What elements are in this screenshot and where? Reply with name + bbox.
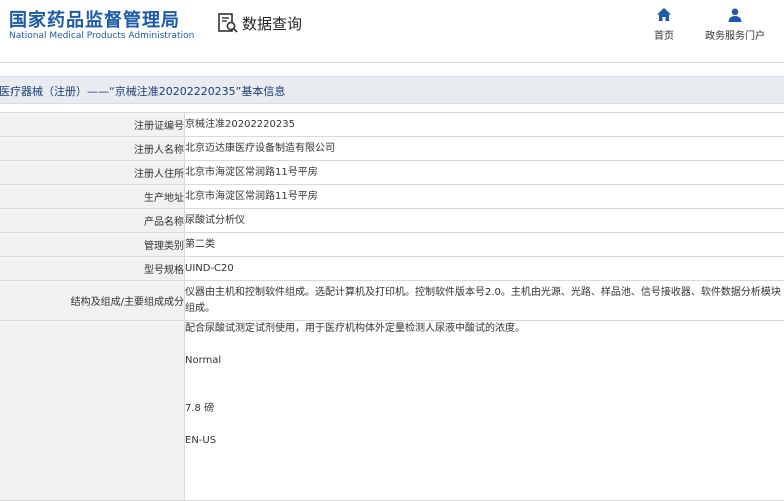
site-logo-subtitle[interactable]: National Medical Products Administration xyxy=(9,31,194,41)
detail-table: 注册证编号 京械注准20202220235 注册人名称 北京迈达康医疗设备制造有… xyxy=(0,112,784,501)
table-row: 管理类别 第二类 xyxy=(0,233,784,257)
nav-home-label: 首页 xyxy=(654,31,674,42)
breadcrumb-text: 医疗器械（注册）——“京械注准20202220235”基本信息 xyxy=(0,83,285,99)
row-value: UIND-C20 xyxy=(185,257,784,281)
home-icon xyxy=(656,7,672,23)
table-row: 注册人名称 北京迈达康医疗设备制造有限公司 xyxy=(0,137,784,161)
description-language: EN-US xyxy=(185,433,784,449)
nav-service-portal-label: 政务服务门户 xyxy=(705,31,765,42)
site-header: 国家药品监督管理局 National Medical Products Admi… xyxy=(0,0,784,60)
row-label: 注册人名称 xyxy=(0,137,185,161)
row-value: 北京市海淀区常润路11号平房 xyxy=(185,161,784,185)
row-label: 产品名称 xyxy=(0,209,185,233)
table-row: 注册人住所 北京市海淀区常润路11号平房 xyxy=(0,161,784,185)
data-query-link[interactable]: 数据查询 xyxy=(217,11,302,35)
row-value: 第二类 xyxy=(185,233,784,257)
row-value: 北京迈达康医疗设备制造有限公司 xyxy=(185,137,784,161)
row-label-empty xyxy=(0,321,185,501)
table-row: 配合尿酸试测定试剂使用，用于医疗机构体外定量检测人尿液中酸试的浓度。 Norma… xyxy=(0,321,784,501)
nav-home[interactable]: 首页 xyxy=(654,7,674,42)
data-query-label: 数据查询 xyxy=(242,13,302,34)
breadcrumb: 医疗器械（注册）——“京械注准20202220235”基本信息 xyxy=(0,76,784,104)
description-cell: 配合尿酸试测定试剂使用，用于医疗机构体外定量检测人尿液中酸试的浓度。 Norma… xyxy=(185,321,784,501)
table-row: 结构及组成/主要组成成分 仪器由主机和控制软件组成。选配计算机及打印机。控制软件… xyxy=(0,281,784,321)
row-label: 结构及组成/主要组成成分 xyxy=(0,281,185,321)
site-logo-title[interactable]: 国家药品监督管理局 xyxy=(9,6,180,32)
user-icon xyxy=(727,7,743,23)
row-value: 仪器由主机和控制软件组成。选配计算机及打印机。控制软件版本号2.0。主机由光源、… xyxy=(185,281,784,321)
document-search-icon xyxy=(217,12,239,34)
row-label: 注册证编号 xyxy=(0,113,185,137)
row-label: 生产地址 xyxy=(0,185,185,209)
row-value: 京械注准20202220235 xyxy=(185,113,784,137)
row-label: 管理类别 xyxy=(0,233,185,257)
row-label: 型号规格 xyxy=(0,257,185,281)
table-row: 生产地址 北京市海淀区常润路11号平房 xyxy=(0,185,784,209)
table-row: 产品名称 尿酸试分析仪 xyxy=(0,209,784,233)
description-font-size: 7.8 磅 xyxy=(185,401,784,417)
row-label: 注册人住所 xyxy=(0,161,185,185)
nav-service-portal[interactable]: 政务服务门户 xyxy=(705,7,765,42)
table-row: 注册证编号 京械注准20202220235 xyxy=(0,113,784,137)
row-value: 尿酸试分析仪 xyxy=(185,209,784,233)
header-divider xyxy=(0,62,784,63)
description-text: 配合尿酸试测定试剂使用，用于医疗机构体外定量检测人尿液中酸试的浓度。 xyxy=(185,321,784,337)
row-value: 北京市海淀区常润路11号平房 xyxy=(185,185,784,209)
description-style: Normal xyxy=(185,353,784,369)
table-row: 型号规格 UIND-C20 xyxy=(0,257,784,281)
